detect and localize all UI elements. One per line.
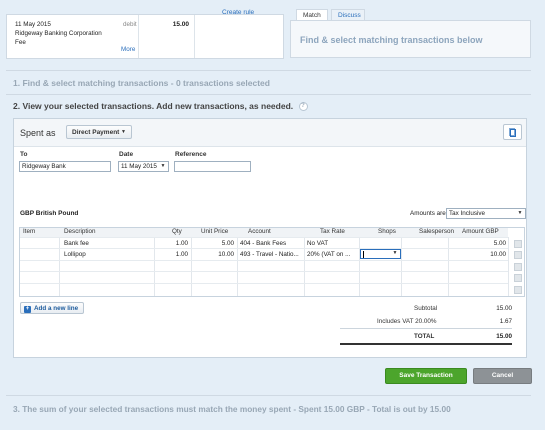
text-cursor [363, 251, 364, 258]
copy-transaction-button[interactable] [503, 124, 522, 140]
more-link[interactable]: More [121, 46, 135, 53]
find-match-prompt: Find & select matching transactions belo… [300, 35, 483, 45]
column-divider [237, 237, 238, 296]
add-new-line-label: Add a new line [34, 305, 79, 312]
row-qty[interactable]: 1.00 [160, 240, 188, 247]
row-account[interactable]: 404 - Bank Fees [240, 240, 286, 247]
delete-row-icon[interactable] [514, 274, 522, 282]
row-amount[interactable]: 5.00 [470, 240, 506, 247]
statement-type: debit [123, 21, 137, 28]
header-shops: Shops [378, 228, 396, 235]
column-divider [448, 237, 449, 296]
amounts-are-label: Amounts are [410, 210, 446, 217]
column-divider [59, 237, 60, 296]
shops-select[interactable]: ▼ [360, 249, 401, 259]
step-3-header[interactable]: 3. The sum of your selected transactions… [13, 404, 451, 414]
chevron-down-icon: ▼ [517, 210, 523, 216]
chevron-down-icon: ▼ [160, 163, 166, 169]
header-description: Description [64, 228, 96, 235]
row-divider [20, 283, 508, 284]
column-divider [508, 237, 509, 296]
total-label: TOTAL [414, 333, 435, 340]
vat-value: 1.67 [499, 318, 512, 325]
row-unit-price[interactable]: 5.00 [196, 240, 234, 247]
chevron-down-icon: ▼ [392, 250, 398, 256]
amounts-are-value: Tax Inclusive [449, 210, 486, 217]
row-divider [20, 248, 508, 249]
help-icon[interactable]: ? [298, 102, 308, 112]
row-description[interactable]: Lollipop [64, 251, 86, 258]
header-account: Account [248, 228, 271, 235]
reference-label: Reference [175, 151, 207, 158]
row-divider [20, 237, 508, 238]
row-unit-price[interactable]: 10.00 [196, 251, 234, 258]
row-divider [20, 260, 508, 261]
delete-row-icon[interactable] [514, 240, 522, 248]
subtotal-label: Subtotal [414, 305, 438, 312]
bank-statement-line: 11 May 2015 Ridgeway Banking Corporation… [6, 14, 284, 59]
save-transaction-button[interactable]: Save Transaction [385, 368, 467, 384]
row-divider [20, 271, 508, 272]
date-label: Date [119, 151, 134, 158]
row-tax-rate[interactable]: 20% (VAT on ... [307, 251, 350, 258]
column-divider [191, 237, 192, 296]
divider [6, 94, 531, 95]
spent-as-label: Spent as [20, 128, 56, 138]
row-amount[interactable]: 10.00 [470, 251, 506, 258]
statement-date: 11 May 2015 [15, 21, 51, 28]
row-description[interactable]: Bank fee [64, 240, 89, 247]
statement-details-cell: 11 May 2015 Ridgeway Banking Corporation… [7, 15, 139, 58]
total-value: 15.00 [496, 333, 512, 340]
to-label: To [20, 151, 28, 158]
cancel-button[interactable]: Cancel [473, 368, 532, 384]
transaction-type-value: Direct Payment [72, 129, 120, 136]
statement-amount-cell: 15.00 [139, 15, 195, 58]
subtotal-value: 15.00 [496, 305, 512, 312]
statement-payee: Ridgeway Banking Corporation [15, 30, 102, 37]
row-tax-rate[interactable]: No VAT [307, 240, 328, 247]
vat-label: Includes VAT 20.00% [377, 318, 437, 325]
create-rule-link[interactable]: Create rule [222, 9, 254, 16]
to-value: Ridgeway Bank [22, 163, 66, 170]
header-tax-rate: Tax Rate [320, 228, 345, 235]
to-input[interactable]: Ridgeway Bank [19, 161, 111, 172]
find-match-panel: Find & select matching transactions belo… [290, 20, 531, 58]
header-salesperson: Salesperson [419, 228, 455, 235]
transaction-type-dropdown[interactable]: Direct Payment ▼ [66, 125, 132, 139]
delete-row-icon[interactable] [514, 251, 522, 259]
header-amount: Amount GBP [462, 228, 499, 235]
header-item: Item [23, 228, 36, 235]
total-underline [340, 343, 512, 345]
date-picker[interactable]: 11 May 2015 ▼ [118, 161, 169, 172]
column-divider [359, 237, 360, 296]
column-divider [154, 237, 155, 296]
divider [6, 395, 531, 396]
row-account[interactable]: 493 - Travel - Natio... [240, 251, 299, 258]
plus-icon: + [24, 306, 31, 313]
row-qty[interactable]: 1.00 [160, 251, 188, 258]
date-value: 11 May 2015 [121, 163, 157, 170]
divider [6, 70, 531, 71]
reference-input[interactable] [174, 161, 251, 172]
delete-row-icon[interactable] [514, 263, 522, 271]
currency-label: GBP British Pound [20, 210, 79, 217]
amounts-are-select[interactable]: Tax Inclusive ▼ [446, 208, 526, 219]
chevron-down-icon: ▼ [121, 129, 126, 135]
statement-empty-cell [195, 15, 283, 58]
statement-amount: 15.00 [172, 21, 189, 28]
header-unit-price: Unit Price [201, 228, 229, 235]
divider [340, 328, 512, 329]
step-2-header: 2. View your selected transactions. Add … [13, 101, 308, 112]
statement-reference: Fee [15, 39, 26, 46]
step-1-header[interactable]: 1. Find & select matching transactions -… [13, 78, 270, 88]
column-divider [304, 237, 305, 296]
header-qty: Qty [172, 228, 182, 235]
copy-icon [509, 128, 516, 137]
delete-row-icon[interactable] [514, 286, 522, 294]
step-2-title: 2. View your selected transactions. Add … [13, 101, 294, 111]
add-new-line-button[interactable]: + Add a new line [20, 302, 84, 314]
column-divider [401, 237, 402, 296]
